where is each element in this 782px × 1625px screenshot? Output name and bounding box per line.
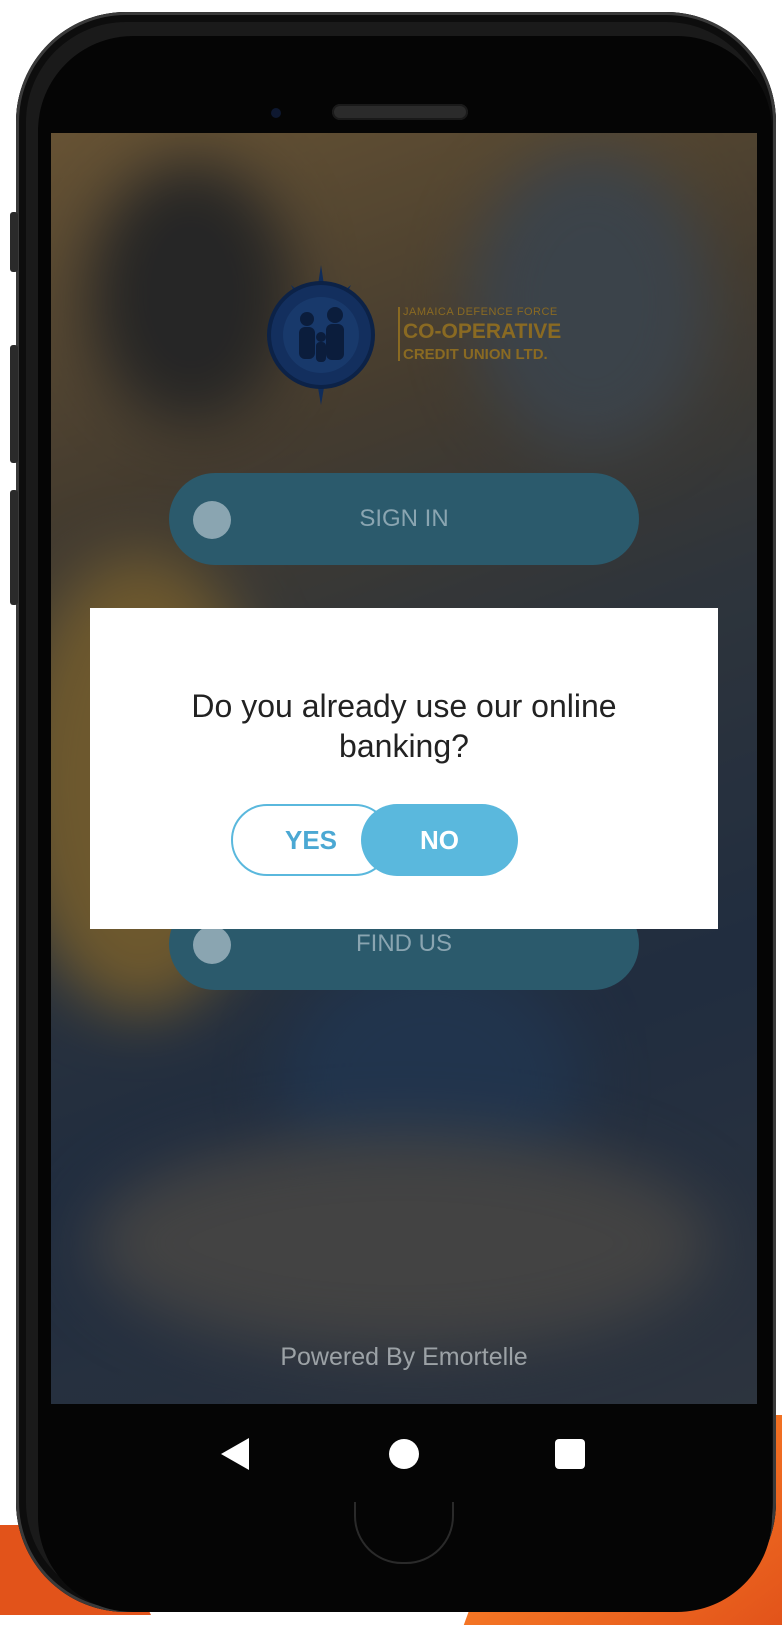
back-icon[interactable]: [221, 1438, 251, 1470]
recent-apps-icon[interactable]: [555, 1439, 585, 1469]
sign-in-button[interactable]: SIGN IN: [169, 473, 639, 565]
logo-line-3: CREDIT UNION LTD.: [403, 346, 548, 363]
mute-switch: [10, 212, 18, 272]
home-icon[interactable]: [389, 1439, 419, 1469]
android-navigation-bar: [51, 1404, 757, 1504]
dialog-question: Do you already use our online banking?: [191, 688, 617, 764]
online-banking-dialog: Do you already use our online banking? Y…: [90, 608, 718, 929]
find-us-label: FIND US: [356, 930, 452, 957]
volume-down-button: [10, 490, 18, 605]
sign-in-label: SIGN IN: [359, 505, 449, 532]
user-icon: [193, 501, 231, 539]
powered-by-text: Powered By Emortelle: [280, 1343, 528, 1371]
location-pin-icon: [193, 926, 231, 964]
no-button[interactable]: NO: [361, 804, 518, 876]
volume-up-button: [10, 345, 18, 463]
logo-line-1: JAMAICA DEFENCE FORCE: [403, 306, 558, 318]
logo-line-2: CO-OPERATIVE: [403, 320, 562, 343]
credit-union-wordmark: JAMAICA DEFENCE FORCE CO-OPERATIVE CREDI…: [403, 306, 561, 363]
earpiece-speaker: [332, 104, 468, 120]
front-camera: [271, 108, 281, 118]
